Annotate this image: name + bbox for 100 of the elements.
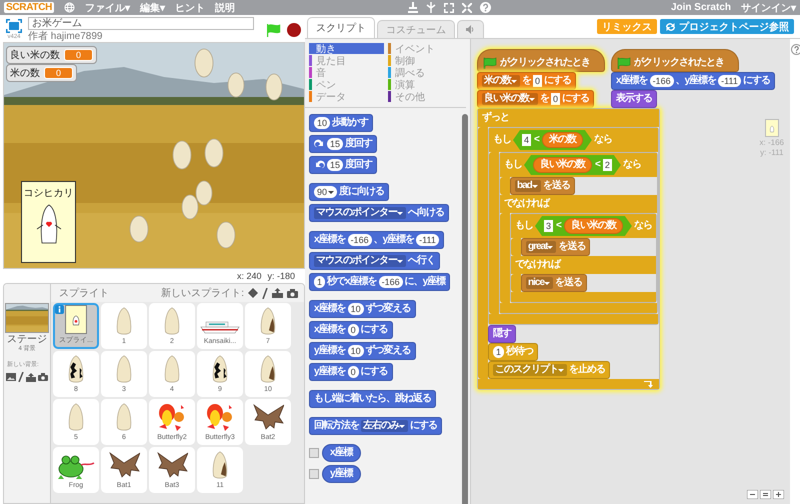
- number-input[interactable]: 15: [327, 159, 344, 171]
- upload-icon[interactable]: [272, 288, 283, 298]
- number-input[interactable]: 1: [314, 276, 326, 288]
- control-block[interactable]: もし 3 < 良い米の数 なら great を送る でなければ nice を送る: [510, 213, 657, 303]
- dropdown[interactable]: nice: [526, 277, 554, 289]
- mouse-x-readout: x: 240: [236, 272, 262, 281]
- code-block[interactable]: 15 度回す: [309, 156, 378, 174]
- expand-icon[interactable]: [444, 2, 454, 12]
- checkbox[interactable]: [309, 469, 319, 479]
- dropdown[interactable]: マウスのポインター: [314, 207, 406, 219]
- code-block[interactable]: bad を送る: [510, 177, 575, 195]
- number-input[interactable]: -166: [650, 75, 674, 87]
- number-input[interactable]: 0: [348, 324, 359, 336]
- control-block[interactable]: もし 4 < 米の数 なら もし 良い米の数 < 2 なら bad を送る でなければ もし 3 < 良い米の数 なら great を送る でなければ nice を送る: [488, 127, 659, 325]
- number-input[interactable]: -111: [718, 75, 741, 87]
- dropdown[interactable]: great: [526, 241, 556, 253]
- tab[interactable]: スクリプト: [307, 17, 375, 38]
- code-block[interactable]: 隠す: [488, 325, 516, 343]
- dropdown[interactable]: マウスのポインター: [314, 255, 406, 267]
- number-input[interactable]: 15: [327, 138, 344, 150]
- fullscreen-icon[interactable]: [6, 19, 22, 33]
- reset-zoom-icon[interactable]: [760, 490, 771, 499]
- code-block[interactable]: 1 秒待つ: [488, 343, 538, 361]
- code-block[interactable]: 1 秒でx座標を -166 に、y座標: [309, 273, 450, 291]
- stage-label[interactable]: ステージ: [7, 334, 47, 345]
- paintbrush-icon[interactable]: [262, 288, 268, 298]
- new-sprite-label: 新しいスプライト:: [161, 286, 244, 300]
- camera-icon[interactable]: [38, 373, 48, 381]
- code-block[interactable]: great を送る: [521, 238, 590, 256]
- number-input[interactable]: 10: [348, 303, 364, 315]
- globe-icon[interactable]: [64, 2, 76, 13]
- control-block[interactable]: ずっと もし 4 < 米の数 なら もし 良い米の数 < 2 なら bad を送る でなければ もし 3 < 良い米の数 なら great を送る でなければ nice を送る 隠す 1 秒待つ このスクリプト を止める: [477, 108, 660, 390]
- rotate-left-icon: [314, 160, 325, 170]
- number-input[interactable]: 1: [493, 346, 504, 358]
- code-block[interactable]: マウスのポインター へ向ける: [309, 204, 449, 222]
- project-title-field[interactable]: お米ゲーム: [28, 17, 254, 30]
- number-input[interactable]: 10: [348, 345, 364, 357]
- hat-block[interactable]: がクリックされたとき: [477, 49, 605, 72]
- stamp-icon[interactable]: [408, 2, 418, 13]
- zoom-out-icon[interactable]: [747, 490, 758, 499]
- condition-block[interactable]: 良い米の数 < 2: [524, 155, 621, 175]
- code-block[interactable]: マウスのポインター へ行く: [309, 252, 440, 270]
- dropdown[interactable]: 米の数: [482, 75, 520, 87]
- reporter-block[interactable]: x座標: [322, 444, 361, 462]
- code-block[interactable]: 15 度回す: [309, 135, 378, 153]
- dropdown[interactable]: 90: [314, 186, 338, 198]
- sound-tab[interactable]: [457, 20, 484, 38]
- code-block[interactable]: x座標を -166 、y座標を -111: [309, 231, 444, 249]
- dropdown[interactable]: bad: [515, 180, 541, 192]
- code-block[interactable]: y座標を 0 にする: [309, 363, 393, 381]
- scrollbar[interactable]: [462, 114, 468, 504]
- sprite-library-icon[interactable]: [248, 288, 258, 298]
- stop-icon[interactable]: [287, 22, 301, 36]
- number-input[interactable]: -111: [416, 234, 439, 246]
- project-page-button[interactable]: プロジェクトページ参照: [660, 19, 794, 34]
- shrink-icon[interactable]: [462, 2, 472, 12]
- checkbox[interactable]: [309, 448, 319, 458]
- text-input[interactable]: 4: [522, 134, 532, 146]
- hat-block[interactable]: がクリックされたとき: [611, 49, 739, 72]
- text-input[interactable]: 2: [602, 159, 612, 171]
- zoom-in-icon[interactable]: [773, 490, 784, 499]
- dropdown[interactable]: このスクリプト: [493, 364, 567, 376]
- condition-block[interactable]: 4 < 米の数: [513, 130, 592, 150]
- info-icon[interactable]: [55, 305, 64, 314]
- code-block[interactable]: nice を送る: [521, 274, 588, 292]
- text-input[interactable]: 0: [551, 93, 560, 105]
- text-input[interactable]: 3: [544, 220, 554, 232]
- code-block[interactable]: y座標を 10 ずつ変える: [309, 342, 416, 360]
- landscape-icon[interactable]: [6, 373, 16, 381]
- condition-block[interactable]: 3 < 良い米の数: [535, 216, 632, 236]
- sprite-x-readout: x: -166: [760, 138, 784, 147]
- category-item[interactable]: 動き: [309, 43, 384, 54]
- mouse-y-readout: y: -180: [267, 272, 295, 281]
- control-block[interactable]: もし 良い米の数 < 2 なら bad を送る でなければ もし 3 < 良い米の数 なら great を送る でなければ nice を送る: [499, 152, 658, 314]
- code-block[interactable]: 良い米の数 を 0 にする: [477, 90, 594, 108]
- text-input[interactable]: 0: [533, 75, 542, 87]
- help-icon[interactable]: [480, 2, 491, 13]
- code-block[interactable]: x座標を 10 ずつ変える: [309, 300, 416, 318]
- upload-icon[interactable]: [26, 372, 36, 382]
- number-input[interactable]: 0: [348, 366, 359, 378]
- number-input[interactable]: -166: [378, 276, 403, 288]
- reporter-block[interactable]: y座標: [322, 465, 361, 483]
- paintbrush-icon[interactable]: [18, 372, 24, 382]
- code-block[interactable]: x座標を 0 にする: [309, 321, 393, 339]
- code-block[interactable]: 表示する: [611, 90, 657, 108]
- dropdown[interactable]: 良い米の数: [482, 93, 538, 105]
- code-block[interactable]: もし端に着いたら、跳ね返る: [309, 390, 436, 408]
- camera-icon[interactable]: [287, 288, 298, 298]
- help-icon[interactable]: [791, 44, 800, 55]
- dropdown[interactable]: 左右のみ: [361, 420, 408, 432]
- number-input[interactable]: 10: [314, 117, 330, 129]
- author-label: 作者 hajime7899: [28, 31, 104, 42]
- code-block[interactable]: このスクリプト を止める: [488, 361, 610, 379]
- number-input[interactable]: -166: [348, 234, 372, 246]
- code-block[interactable]: 回転方法を 左右のみ にする: [309, 417, 442, 435]
- card-text: コシヒカリ: [24, 187, 74, 200]
- code-block[interactable]: 90 度に向ける: [309, 183, 390, 201]
- code-block[interactable]: 10 歩動かす: [309, 114, 374, 132]
- code-block[interactable]: 米の数 を 0 にする: [477, 72, 576, 90]
- code-block[interactable]: x座標を -166 、y座標を -111 にする: [611, 72, 775, 90]
